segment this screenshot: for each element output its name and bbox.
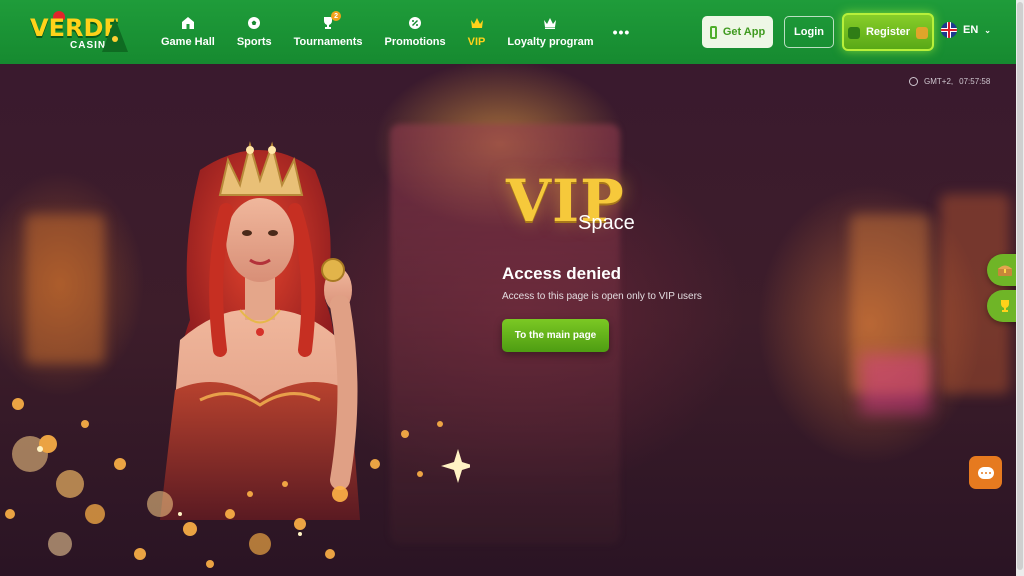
- side-bonus-button[interactable]: [987, 254, 1016, 286]
- soccer-ball-icon: [246, 16, 262, 30]
- chevron-down-icon: ⌄: [984, 25, 991, 35]
- nav-label: Promotions: [384, 36, 446, 48]
- chat-bubble-icon: [977, 466, 994, 479]
- background-light: [860, 354, 930, 414]
- to-main-page-button[interactable]: To the main page: [502, 319, 609, 352]
- login-button[interactable]: Login: [784, 16, 834, 48]
- nav-item-game-hall[interactable]: Game Hall: [150, 0, 226, 64]
- crown-outline-icon: [542, 16, 558, 30]
- language-selector[interactable]: EN ⌄: [941, 22, 991, 38]
- nav-item-vip[interactable]: VIP: [457, 0, 497, 64]
- get-app-label: Get App: [722, 26, 766, 38]
- percent-icon: [407, 16, 423, 30]
- nav-label: Game Hall: [161, 36, 215, 48]
- nav-item-sports[interactable]: Sports: [226, 0, 283, 64]
- home-icon: [180, 16, 196, 30]
- nav-item-tournaments[interactable]: 2 Tournaments: [283, 0, 374, 64]
- tournaments-badge: 2: [331, 11, 342, 21]
- clock-icon: [909, 77, 918, 86]
- background-slot-machine: [25, 214, 105, 364]
- language-label: EN: [963, 24, 979, 36]
- verde-casino-logo[interactable]: VERDE CASINO: [30, 10, 130, 56]
- timezone-label: GMT+2,: [924, 77, 954, 86]
- get-app-button[interactable]: Get App: [702, 16, 773, 48]
- page-scrollbar[interactable]: [1016, 0, 1024, 576]
- register-label: Register: [865, 26, 911, 38]
- trophy-icon: [1001, 300, 1009, 312]
- uk-flag-icon: [941, 22, 957, 38]
- phone-icon: [709, 25, 717, 39]
- nav-label: Sports: [236, 36, 272, 48]
- nav-label: VIP: [467, 36, 486, 48]
- nav-label: Tournaments: [293, 36, 363, 48]
- christmas-tree-icon: [102, 18, 128, 52]
- main-nav: Game Hall Sports 2 Tournaments Promotion…: [150, 0, 638, 64]
- nav-label: Loyalty program: [507, 36, 594, 48]
- scrollbar-thumb[interactable]: [1017, 2, 1023, 570]
- crown-icon: [469, 16, 485, 30]
- nav-item-loyalty-program[interactable]: Loyalty program: [496, 0, 604, 64]
- vip-queen-illustration: [160, 141, 360, 520]
- current-time: 07:57:58: [959, 77, 991, 86]
- vip-hero-section: GMT+2, 07:57:58 VIP Space Access denied …: [0, 64, 1016, 576]
- gift-icon: [848, 27, 860, 39]
- live-chat-button[interactable]: [969, 456, 1002, 489]
- access-denied-heading: Access denied: [502, 264, 622, 283]
- vip-subtitle: Space: [578, 212, 635, 234]
- access-denied-message: Access to this page is open only to VIP …: [502, 291, 702, 302]
- more-menu-button[interactable]: •••: [605, 0, 639, 64]
- register-button[interactable]: Register: [842, 13, 934, 51]
- timezone-clock: GMT+2, 07:57:58: [909, 77, 990, 86]
- nav-item-promotions[interactable]: Promotions: [374, 0, 457, 64]
- treasure-chest-icon: [998, 265, 1012, 276]
- side-tournament-button[interactable]: [987, 290, 1016, 322]
- top-header: VERDE CASINO Game Hall Sports 2 Tourname…: [0, 0, 1016, 64]
- present-icon: [916, 27, 928, 39]
- ornament-icon: [112, 36, 118, 42]
